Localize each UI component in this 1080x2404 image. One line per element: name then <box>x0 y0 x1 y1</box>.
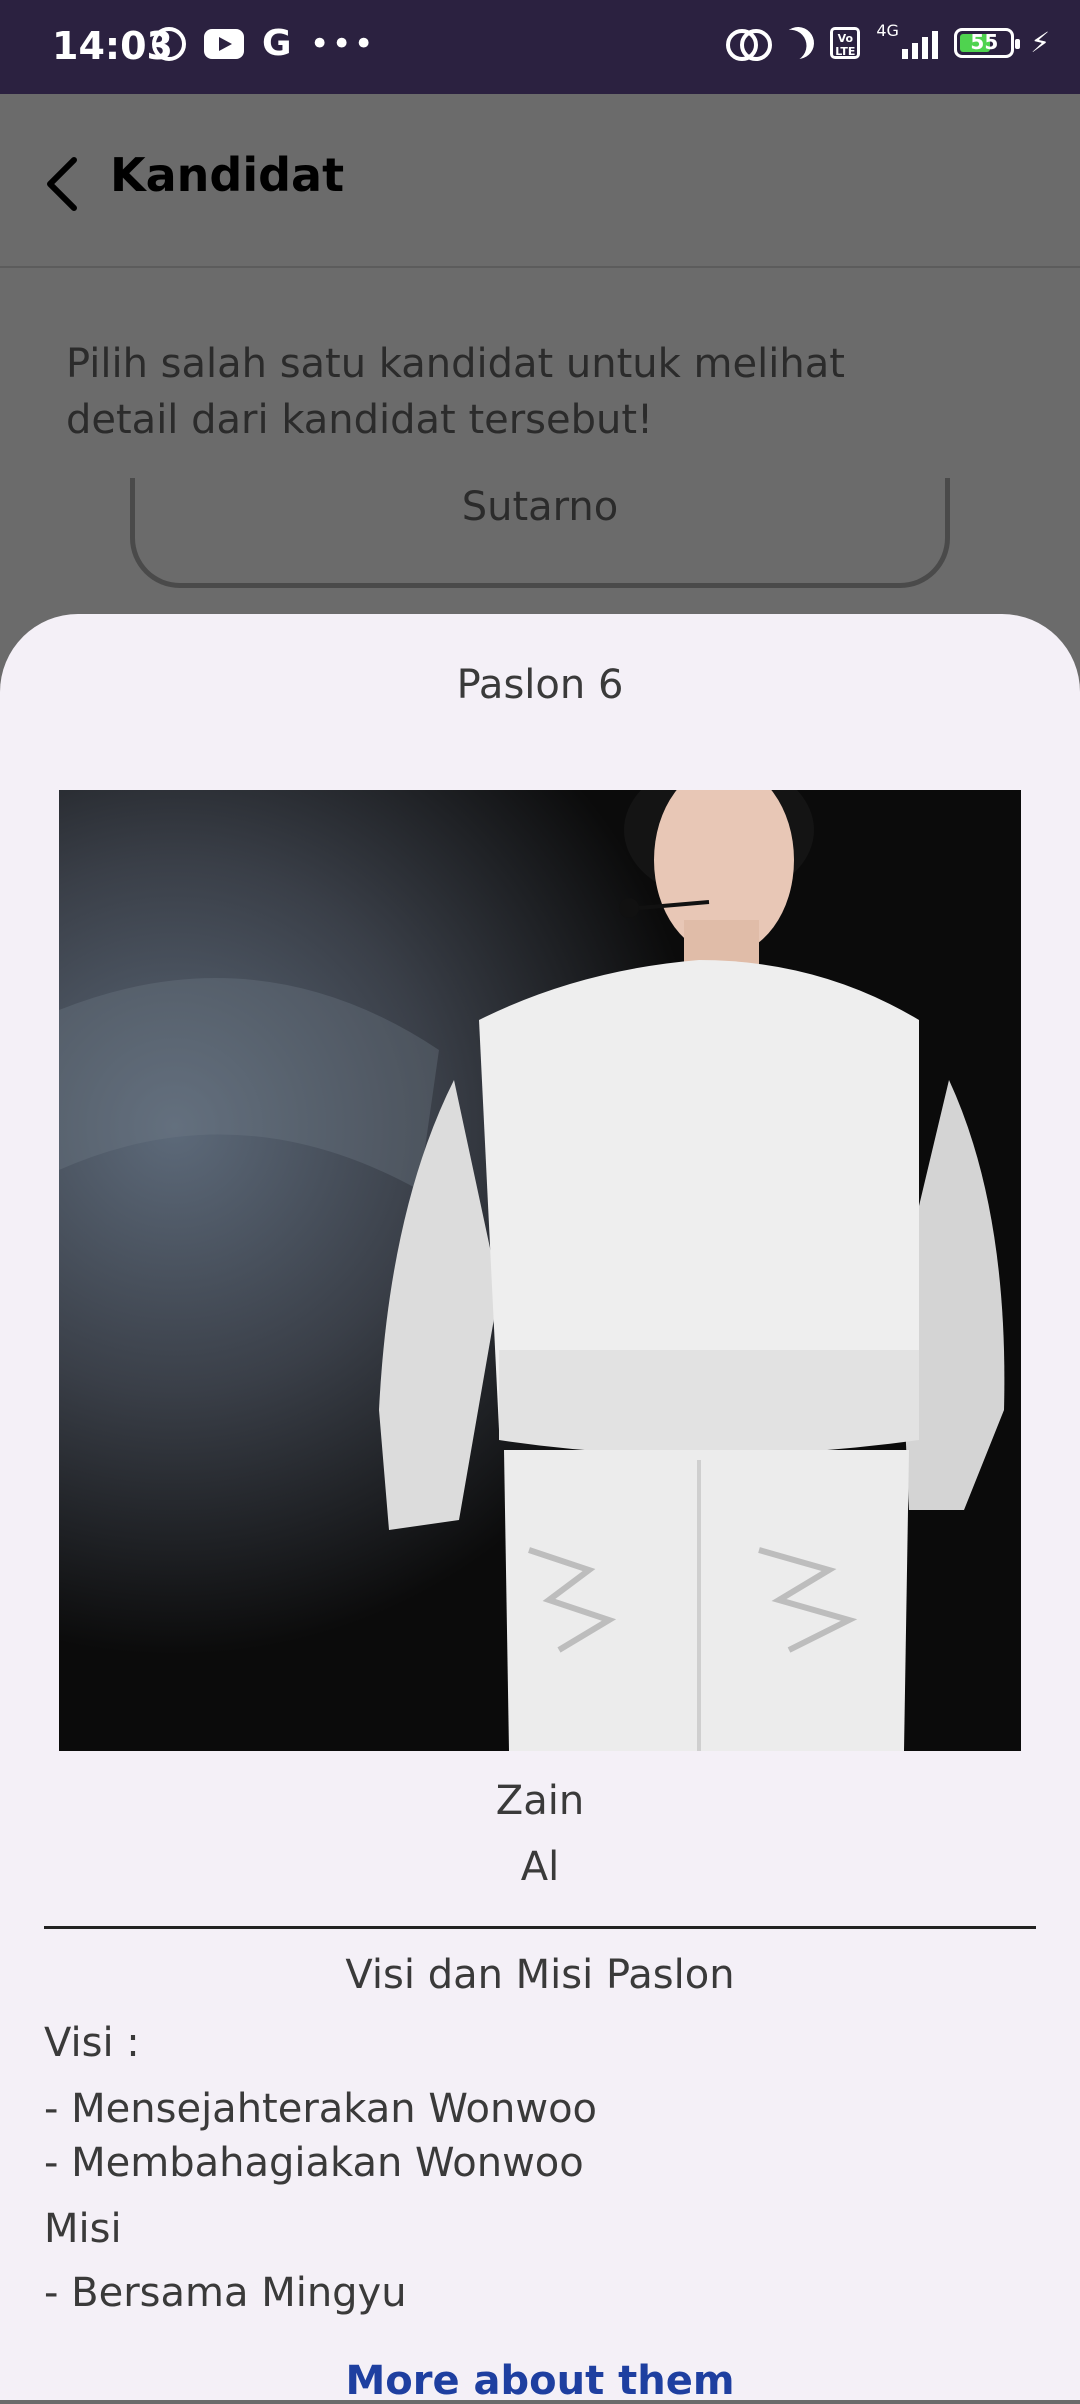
notification-icons: G ••• <box>152 26 376 62</box>
candidate-card-name: Sutarno <box>461 484 619 530</box>
whatsapp-icon <box>152 27 186 61</box>
divider <box>44 1926 1036 1929</box>
vision-mission-heading: Visi dan Misi Paslon <box>345 1952 735 1998</box>
page-title: Kandidat <box>110 148 345 202</box>
more-notifications-icon: ••• <box>309 24 376 64</box>
battery-level: 55 <box>970 29 999 54</box>
instruction-text: Pilih salah satu kandidat untuk melihat … <box>66 341 845 443</box>
visi-item: - Mensejahterakan Wonwoo <box>44 2086 598 2132</box>
misi-item: - Bersama Mingyu <box>44 2270 407 2316</box>
visi-label: Visi : <box>44 2020 140 2066</box>
app-bar: Kandidat <box>0 94 1080 268</box>
sheet-title: Paslon 6 <box>456 662 624 708</box>
signal-icon: 4G <box>876 21 939 59</box>
hotspot-link-icon <box>726 27 773 61</box>
charging-icon: ⚡ <box>1030 26 1050 59</box>
visi-item: - Membahagiakan Wonwoo <box>44 2140 584 2186</box>
system-icons: Vo LTE 4G 55 ⚡ <box>726 21 1050 61</box>
candidate-name-1: Zain <box>495 1778 585 1824</box>
status-bar: 14:03 G ••• Vo LTE 4G 55 ⚡ <box>0 0 1080 94</box>
google-icon: G <box>262 23 292 64</box>
candidate-card[interactable]: Sutarno <box>130 478 950 588</box>
misi-label: Misi <box>44 2206 122 2252</box>
youtube-icon <box>204 29 244 59</box>
battery-icon: 55 <box>954 27 1021 58</box>
more-about-them-link[interactable]: More about them <box>0 2358 1080 2404</box>
network-type-label: 4G <box>876 20 899 40</box>
candidate-name-2: Al <box>520 1844 560 1890</box>
candidate-photo <box>59 790 1021 1751</box>
volte-icon: Vo LTE <box>830 26 861 59</box>
back-arrow-icon[interactable] <box>40 154 90 214</box>
candidate-detail-sheet: Paslon 6 Zain Al Visi dan Misi Paslon Vi… <box>0 614 1080 2404</box>
do-not-disturb-icon <box>778 22 819 63</box>
